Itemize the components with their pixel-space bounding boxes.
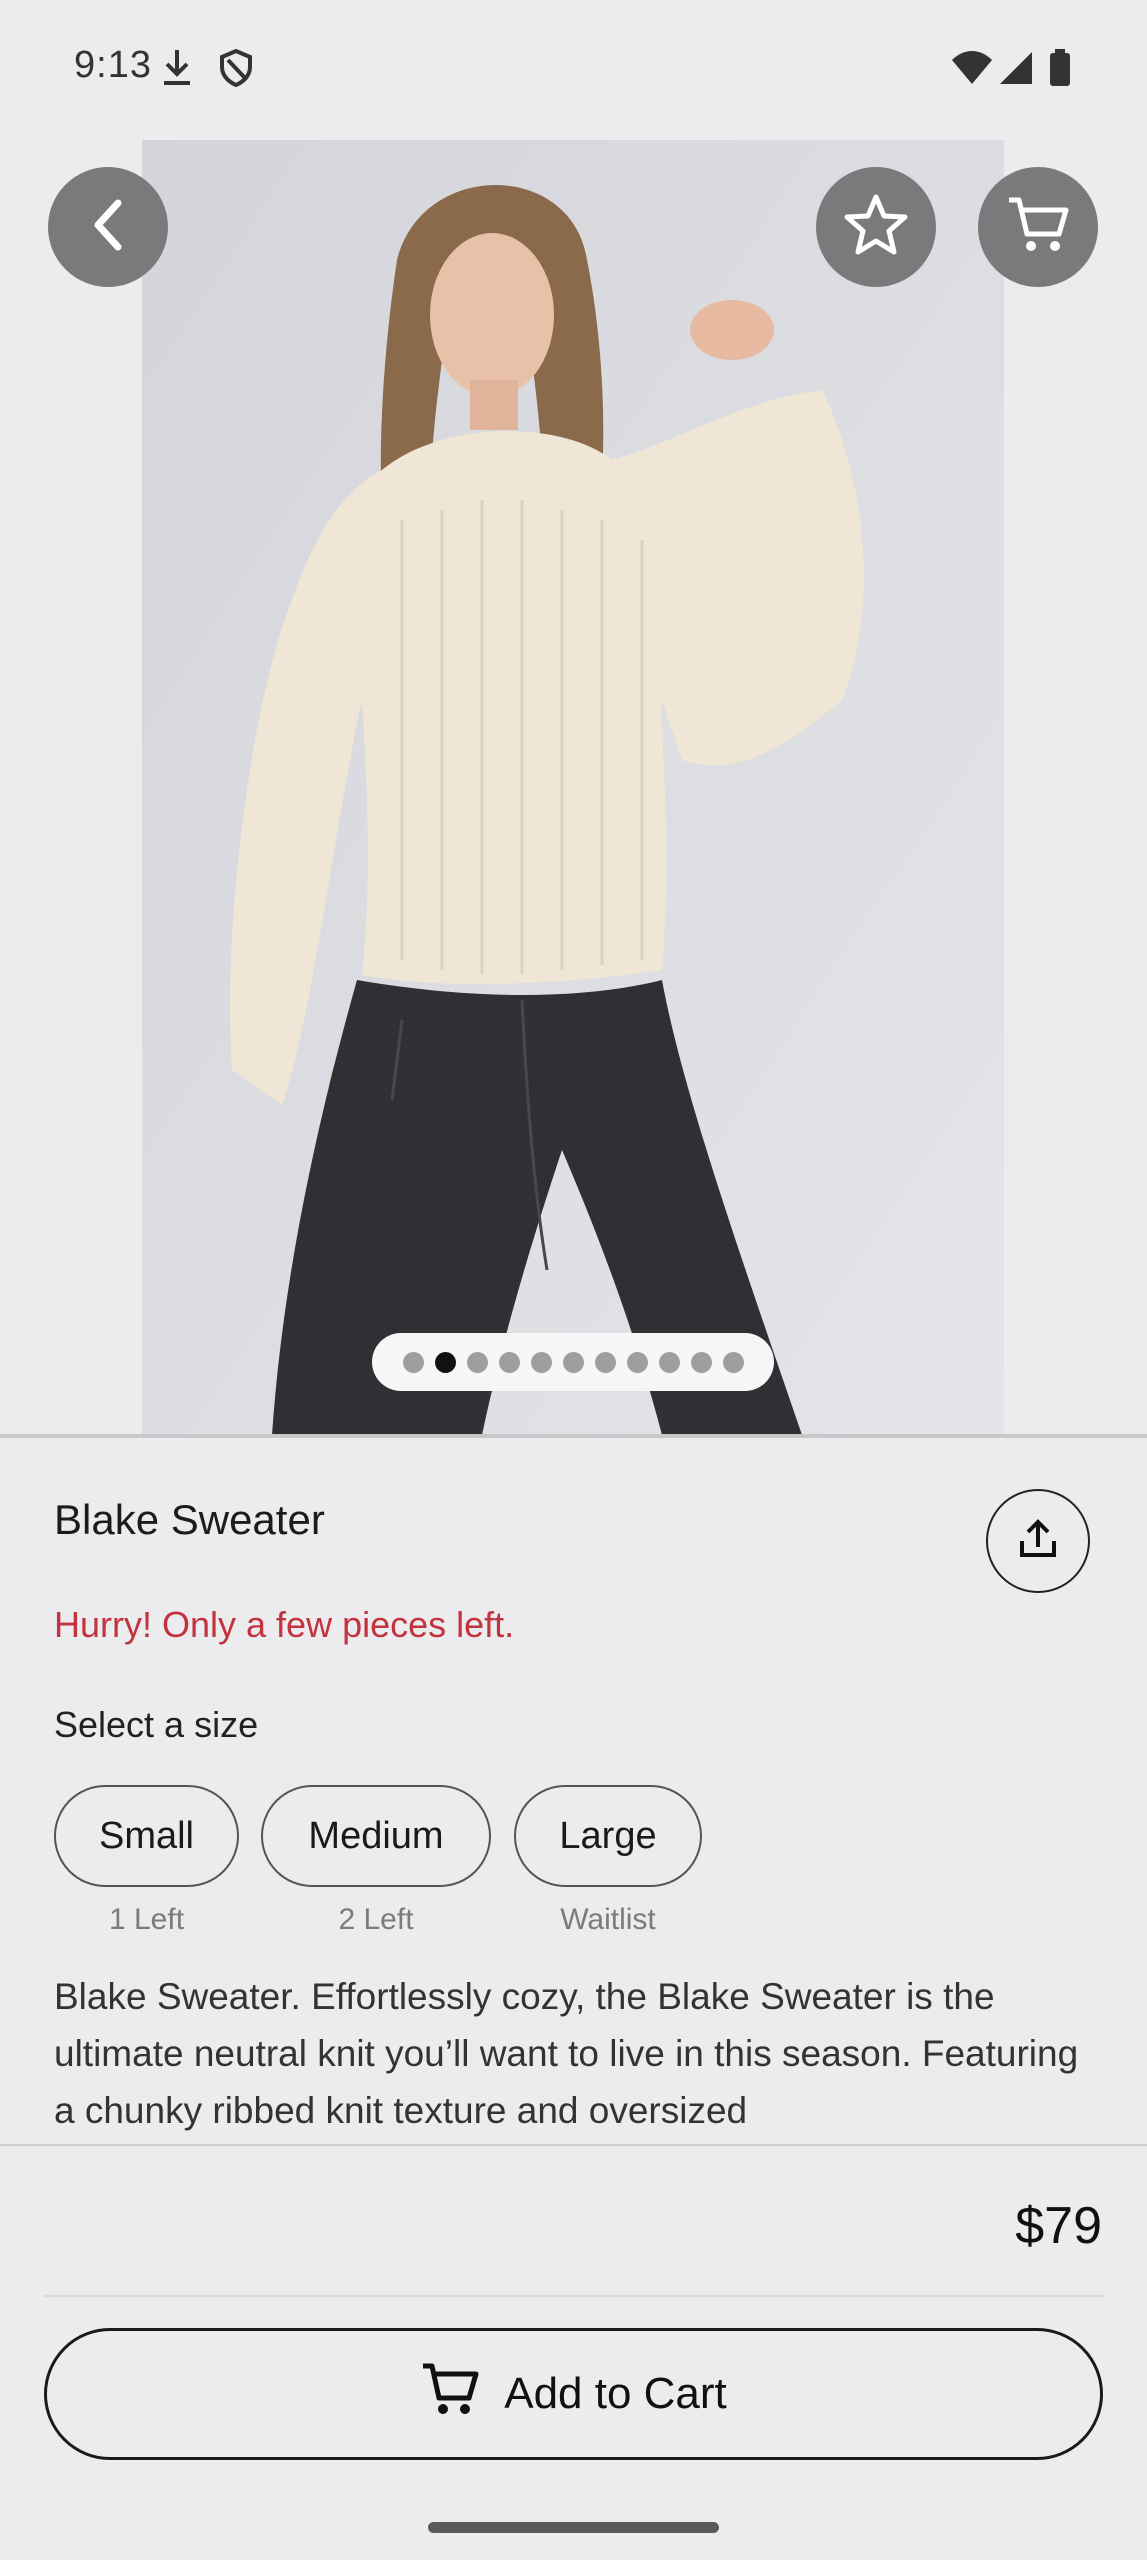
divider	[44, 2295, 1103, 2297]
home-indicator[interactable]	[428, 2522, 719, 2533]
product-description: Blake Sweater. Effortlessly cozy, the Bl…	[54, 1976, 1079, 2131]
product-image	[142, 140, 1004, 1435]
star-icon	[843, 193, 909, 262]
carousel-indicator[interactable]	[372, 1333, 774, 1391]
battery-icon	[1048, 48, 1072, 93]
carousel-dot[interactable]	[434, 1351, 456, 1373]
size-availability-large: Waitlist	[560, 1903, 656, 1936]
carousel-dot[interactable]	[626, 1351, 648, 1373]
carousel-dot[interactable]	[402, 1351, 424, 1373]
back-button[interactable]	[48, 167, 168, 287]
status-time: 9:13	[74, 44, 152, 86]
carousel-dot[interactable]	[562, 1351, 584, 1373]
size-option-medium[interactable]: Medium	[261, 1785, 491, 1887]
divider	[0, 2144, 1147, 2146]
divider	[0, 1434, 1147, 1438]
wifi-icon	[950, 48, 994, 93]
size-availability-medium: 2 Left	[338, 1903, 414, 1936]
add-to-cart-label: Add to Cart	[504, 2369, 727, 2418]
carousel-dot[interactable]	[690, 1351, 712, 1373]
share-button[interactable]	[986, 1489, 1090, 1593]
carousel-dot[interactable]	[594, 1351, 616, 1373]
favorite-button[interactable]	[816, 167, 936, 287]
carousel-dot[interactable]	[530, 1351, 552, 1373]
size-heading: Select a size	[54, 1704, 259, 1745]
download-icon	[160, 48, 194, 93]
back-arrow-icon	[88, 197, 128, 258]
carousel-dot[interactable]	[722, 1351, 744, 1373]
product-price: $79	[1015, 2197, 1102, 2255]
status-bar: 9:13	[0, 0, 1147, 140]
product-title: Blake Sweater	[54, 1496, 325, 1543]
share-icon	[1016, 1517, 1060, 1566]
cart-icon	[420, 2360, 480, 2429]
size-option-small[interactable]: Small	[54, 1785, 239, 1887]
size-availability-small: 1 Left	[108, 1903, 185, 1936]
carousel-dot[interactable]	[498, 1351, 520, 1373]
cellular-icon	[998, 48, 1034, 93]
carousel-dot[interactable]	[658, 1351, 680, 1373]
size-option-large[interactable]: Large	[514, 1785, 702, 1887]
cart-button[interactable]	[978, 167, 1098, 287]
shield-icon	[218, 48, 254, 93]
add-to-cart-button[interactable]: Add to Cart	[44, 2328, 1103, 2460]
carousel-dot[interactable]	[466, 1351, 488, 1373]
product-image-carousel[interactable]	[0, 140, 1147, 1435]
cart-icon	[1005, 194, 1071, 261]
stock-warning: Hurry! Only a few pieces left.	[54, 1604, 515, 1645]
